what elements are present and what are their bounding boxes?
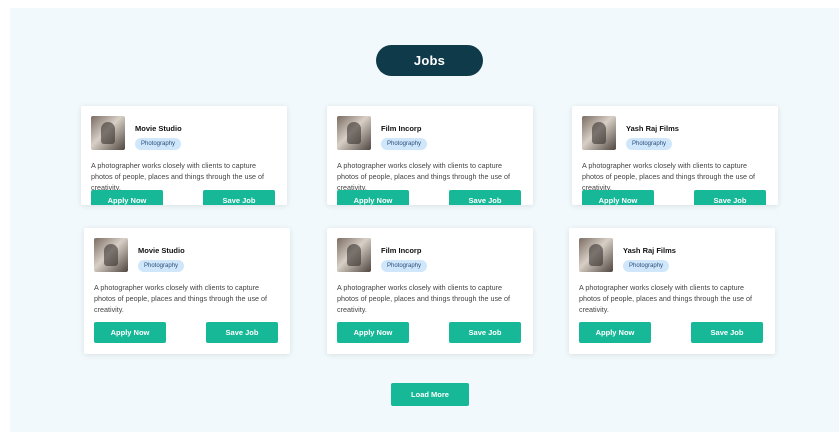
apply-now-button[interactable]: Apply Now: [94, 322, 166, 343]
job-description: A photographer works closely with client…: [337, 161, 511, 192]
jobs-title: Jobs: [376, 45, 483, 76]
job-card: Yash Raj Films Photography A photographe…: [572, 106, 778, 205]
company-name: Film Incorp: [381, 246, 422, 255]
category-badge: Photography: [381, 138, 428, 150]
category-badge: Photography: [135, 138, 182, 150]
apply-now-button[interactable]: Apply Now: [582, 190, 654, 205]
job-card: Yash Raj Films Photography A photographe…: [569, 228, 775, 354]
save-job-button[interactable]: Save Job: [449, 322, 521, 343]
apply-now-button[interactable]: Apply Now: [337, 322, 409, 343]
job-card: Movie Studio Photography A photographer …: [84, 228, 290, 354]
job-card: Film Incorp Photography A photographer w…: [327, 106, 533, 205]
company-name: Yash Raj Films: [626, 124, 679, 133]
job-description: A photographer works closely with client…: [94, 283, 268, 314]
apply-now-button[interactable]: Apply Now: [337, 190, 409, 205]
company-name: Movie Studio: [138, 246, 185, 255]
category-badge: Photography: [138, 260, 185, 272]
job-thumbnail: [582, 116, 616, 150]
category-badge: Photography: [381, 260, 428, 272]
company-name: Film Incorp: [381, 124, 422, 133]
category-badge: Photography: [623, 260, 670, 272]
job-description: A photographer works closely with client…: [337, 283, 511, 314]
save-job-button[interactable]: Save Job: [694, 190, 766, 205]
job-card: Film Incorp Photography A photographer w…: [327, 228, 533, 354]
apply-now-button[interactable]: Apply Now: [579, 322, 651, 343]
save-job-button[interactable]: Save Job: [691, 322, 763, 343]
job-thumbnail: [94, 238, 128, 272]
job-thumbnail: [579, 238, 613, 272]
company-name: Movie Studio: [135, 124, 182, 133]
job-thumbnail: [337, 116, 371, 150]
company-name: Yash Raj Films: [623, 246, 676, 255]
job-description: A photographer works closely with client…: [582, 161, 756, 192]
job-description: A photographer works closely with client…: [91, 161, 265, 192]
save-job-button[interactable]: Save Job: [449, 190, 521, 205]
save-job-button[interactable]: Save Job: [206, 322, 278, 343]
job-thumbnail: [91, 116, 125, 150]
job-description: A photographer works closely with client…: [579, 283, 753, 314]
job-card: Movie Studio Photography A photographer …: [81, 106, 287, 205]
load-more-button[interactable]: Load More: [391, 383, 469, 406]
job-thumbnail: [337, 238, 371, 272]
save-job-button[interactable]: Save Job: [203, 190, 275, 205]
apply-now-button[interactable]: Apply Now: [91, 190, 163, 205]
category-badge: Photography: [626, 138, 673, 150]
